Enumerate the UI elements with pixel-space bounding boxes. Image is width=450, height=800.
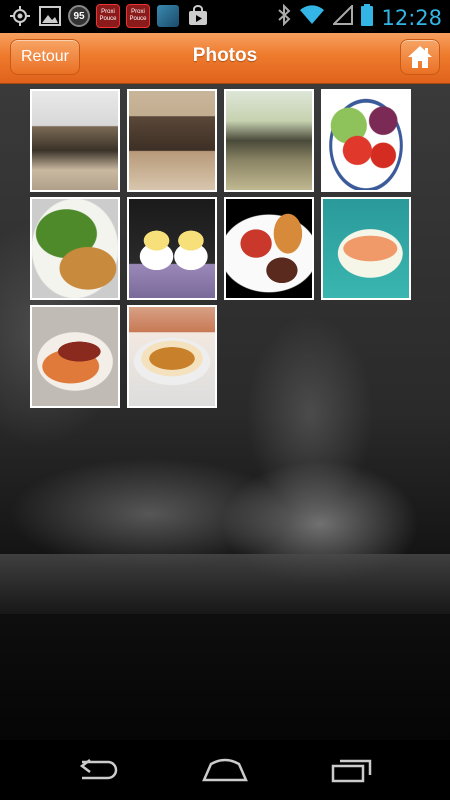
store-icon	[186, 4, 210, 28]
badge-95-icon: 95	[68, 5, 90, 27]
gps-icon	[8, 4, 32, 28]
photo-banquette-seating[interactable]	[127, 89, 217, 192]
clock: 12:28	[381, 5, 442, 30]
home-button[interactable]	[400, 39, 440, 75]
home-icon	[408, 46, 432, 68]
recents-nav-icon[interactable]	[327, 754, 377, 786]
system-icons: 12:28	[277, 3, 442, 31]
home-nav-icon[interactable]	[200, 754, 250, 786]
app-header: Retour Photos	[0, 33, 450, 84]
image-icon	[38, 4, 62, 28]
battery-icon	[361, 4, 374, 31]
photo-restaurant-interior[interactable]	[30, 89, 120, 192]
photo-dining-room[interactable]	[224, 89, 314, 192]
photo-grid	[30, 89, 411, 408]
app-icon-1: Proxi Pouce	[96, 4, 120, 28]
status-bar: 95 Proxi Pouce Proxi Pouce 12:28	[0, 0, 450, 33]
app-icon-2: Proxi Pouce	[126, 4, 150, 28]
photo-grilled-plate[interactable]	[224, 197, 314, 300]
app-icon-3	[156, 4, 180, 28]
photo-breaded-cutlet-salad[interactable]	[30, 197, 120, 300]
system-nav-bar	[0, 740, 450, 800]
photo-steak-dish[interactable]	[30, 305, 120, 408]
photo-deviled-eggs[interactable]	[127, 197, 217, 300]
photo-salmon-dish[interactable]	[321, 197, 411, 300]
photo-tomato-salad[interactable]	[321, 89, 411, 192]
photo-creme-brulee[interactable]	[127, 305, 217, 408]
back-nav-icon[interactable]	[75, 754, 125, 786]
bluetooth-icon	[277, 3, 291, 31]
notification-icons: 95 Proxi Pouce Proxi Pouce	[8, 4, 210, 28]
signal-icon	[332, 3, 354, 30]
page-title: Photos	[192, 45, 258, 66]
wifi-icon	[299, 5, 325, 30]
background-bar-counter	[0, 554, 450, 614]
